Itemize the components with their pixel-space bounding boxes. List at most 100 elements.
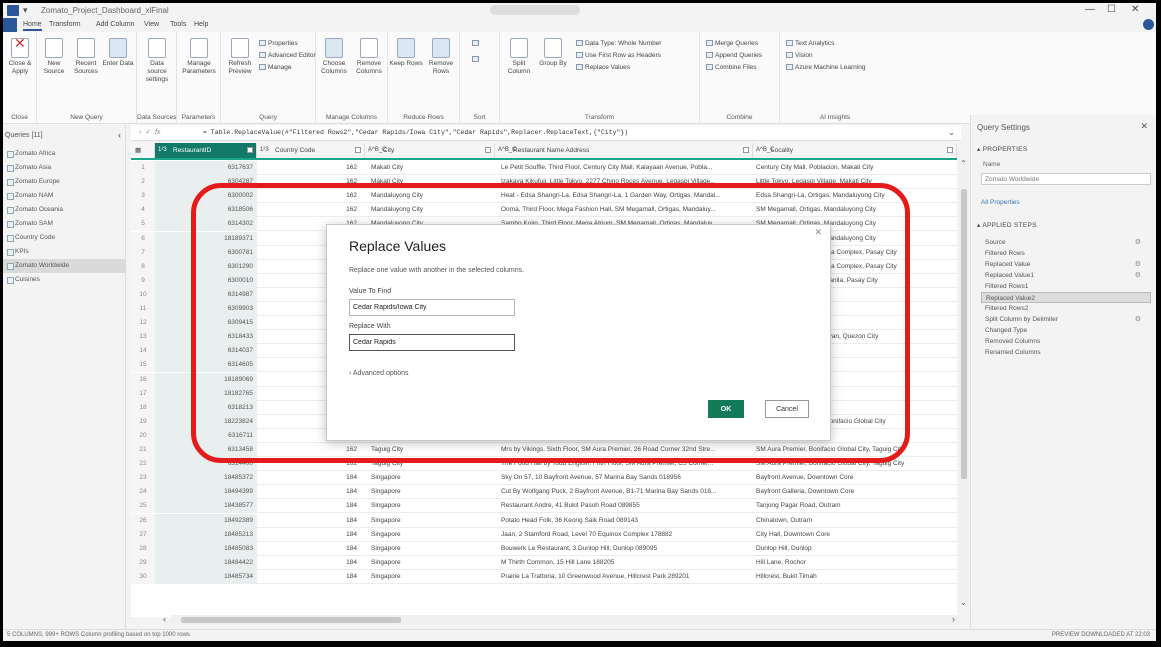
tab-help[interactable]: Help: [194, 21, 208, 28]
table-row[interactable]: 27 18485213 184 Singapore Jaan, 2 Stamford R…: [131, 527, 957, 542]
split-column-button[interactable]: Split Column: [502, 38, 536, 76]
row-number[interactable]: 18: [131, 400, 155, 415]
cell-restaurant-address[interactable]: Le Petit Souffle, Third Floor, Century C…: [501, 161, 751, 175]
table-row[interactable]: 26 18492389 184 Singapore Potato Head Folk, …: [131, 513, 957, 528]
cell-country-code[interactable]: 184: [271, 485, 361, 499]
scroll-thumb[interactable]: [181, 617, 401, 623]
vertical-scrollbar[interactable]: ⌃ ⌄: [959, 159, 969, 607]
cell-restaurant-id[interactable]: 18484422: [155, 555, 257, 570]
cell-restaurant-id[interactable]: 18485734: [155, 569, 257, 584]
applied-step[interactable]: Filtered Rows2: [981, 303, 1151, 314]
formula-text[interactable]: = Table.ReplaceValue(#"Filtered Rows2","…: [203, 129, 628, 136]
scroll-right-icon[interactable]: ›: [952, 614, 955, 624]
row-number[interactable]: 12: [131, 316, 155, 331]
formula-controls[interactable]: › ✓ fx: [139, 128, 160, 136]
expand-formula-icon[interactable]: ⌄: [948, 128, 955, 137]
close-apply-button[interactable]: Close & Apply: [3, 38, 37, 76]
filter-dropdown-icon[interactable]: [485, 147, 491, 153]
user-avatar[interactable]: [1143, 19, 1154, 30]
scroll-left-icon[interactable]: ‹: [163, 614, 166, 624]
query-item-selected[interactable]: Zomato Worldwide: [3, 259, 126, 273]
group-by-button[interactable]: Group By: [536, 38, 570, 68]
table-row[interactable]: 29 18484422 184 Singapore M Thirth Common, 1…: [131, 555, 957, 570]
use-first-row-headers-button[interactable]: Use First Row as Headers: [576, 52, 661, 59]
row-number[interactable]: 11: [131, 302, 155, 316]
row-number[interactable]: 14: [131, 344, 155, 359]
cell-restaurant-id[interactable]: 6317637: [155, 161, 257, 175]
query-name-input[interactable]: Zomato Worldwide: [981, 173, 1151, 185]
remove-columns-button[interactable]: Remove Columns: [352, 38, 386, 76]
recent-sources-button[interactable]: Recent Sources: [69, 38, 103, 76]
query-item[interactable]: Zomato Europe: [3, 175, 126, 189]
table-row[interactable]: 23 18485372 184 Singapore Sky On 57, 10 Bayf…: [131, 471, 957, 486]
tab-tools[interactable]: Tools: [170, 21, 186, 28]
cell-locality[interactable]: Tanjong Pagar Road, Outram: [756, 499, 946, 513]
query-item[interactable]: Zomato SAM: [3, 217, 126, 231]
tab-view[interactable]: View: [144, 21, 159, 28]
cell-restaurant-address[interactable]: Potato Head Folk, 36 Keong Saik Road 089…: [501, 514, 751, 528]
cell-locality[interactable]: Hillcrest, Bukit Timah: [756, 570, 946, 584]
close-window-button[interactable]: ✕: [1131, 4, 1139, 15]
row-number[interactable]: 4: [131, 203, 155, 218]
cell-city[interactable]: Singapore: [371, 570, 491, 584]
cell-city[interactable]: Singapore: [371, 556, 491, 570]
row-number[interactable]: 6: [131, 231, 155, 246]
applied-step[interactable]: Filtered Rows1: [981, 281, 1151, 292]
gear-icon[interactable]: ⚙: [1135, 314, 1141, 325]
query-item[interactable]: Cuisines: [3, 273, 126, 287]
cell-restaurant-id[interactable]: 18485213: [155, 527, 257, 542]
cell-country-code[interactable]: 184: [271, 542, 361, 556]
row-number[interactable]: 19: [131, 414, 155, 429]
applied-step-selected[interactable]: Replaced Value2: [981, 292, 1151, 303]
cell-restaurant-id[interactable]: 18494399: [155, 485, 257, 500]
refresh-preview-button[interactable]: Refresh Preview: [223, 38, 257, 76]
cell-city[interactable]: Singapore: [371, 471, 491, 485]
remove-rows-button[interactable]: Remove Rows: [424, 38, 458, 76]
close-settings-icon[interactable]: ✕: [1140, 121, 1148, 132]
row-number[interactable]: 25: [131, 499, 155, 514]
data-source-settings-button[interactable]: Data source settings: [140, 38, 174, 84]
cell-restaurant-id[interactable]: 18485083: [155, 541, 257, 556]
row-number[interactable]: 8: [131, 259, 155, 274]
applied-step[interactable]: Changed Type: [981, 325, 1151, 336]
column-header-locality[interactable]: A^B_C Locality: [753, 143, 957, 158]
applied-step[interactable]: Filtered Rows: [981, 248, 1151, 259]
advanced-editor-button[interactable]: Advanced Editor: [259, 52, 316, 59]
filter-dropdown-icon[interactable]: [355, 147, 361, 153]
row-number[interactable]: 3: [131, 189, 155, 204]
manage-button[interactable]: Manage: [259, 64, 292, 71]
text-analytics-button[interactable]: Text Analytics: [786, 40, 834, 47]
enter-data-button[interactable]: Enter Data: [101, 38, 135, 68]
applied-step[interactable]: Renamed Columns: [981, 347, 1151, 358]
cell-country-code[interactable]: 184: [271, 556, 361, 570]
row-number[interactable]: 21: [131, 443, 155, 457]
tab-transform[interactable]: Transform: [49, 21, 81, 28]
filter-dropdown-icon[interactable]: [247, 147, 253, 153]
sort-descending-button[interactable]: [472, 56, 481, 63]
column-header-country-code[interactable]: 1²3 Country Code: [257, 143, 365, 158]
cell-restaurant-address[interactable]: Jaan, 2 Stamford Road, Level 70 Equinox …: [501, 528, 751, 542]
applied-steps-section[interactable]: ▴ APPLIED STEPS: [977, 221, 1037, 229]
row-number[interactable]: 5: [131, 217, 155, 232]
cell-country-code[interactable]: 184: [271, 471, 361, 485]
table-row[interactable]: 28 18485083 184 Singapore Bouwerk Le Restaur…: [131, 541, 957, 556]
filter-dropdown-icon[interactable]: [947, 147, 953, 153]
gear-icon[interactable]: ⚙: [1135, 259, 1141, 270]
cell-restaurant-address[interactable]: Sky On 57, 10 Bayfront Avenue, 57 Marina…: [501, 471, 751, 485]
data-type-dropdown[interactable]: Data Type: Whole Number: [576, 40, 661, 47]
query-item[interactable]: Zomato Oceania: [3, 203, 126, 217]
row-number[interactable]: 27: [131, 527, 155, 542]
table-row[interactable]: 30 18485734 184 Singapore Prairie La Trattor…: [131, 569, 957, 584]
horizontal-scrollbar[interactable]: ‹ ›: [163, 614, 959, 625]
row-number[interactable]: 1: [131, 161, 155, 175]
merge-queries-button[interactable]: Merge Queries: [706, 40, 758, 47]
cell-restaurant-address[interactable]: Bouwerk Le Restaurant, 3 Dunlop Hill, Du…: [501, 542, 751, 556]
column-header-city[interactable]: A^B_C City: [365, 143, 495, 158]
row-number[interactable]: 17: [131, 386, 155, 401]
cell-restaurant-id[interactable]: 18438577: [155, 499, 257, 514]
cell-city[interactable]: Singapore: [371, 514, 491, 528]
formula-bar[interactable]: › ✓ fx = Table.ReplaceValue(#"Filtered R…: [131, 125, 961, 141]
row-number[interactable]: 2: [131, 175, 155, 190]
cell-restaurant-address[interactable]: Prairie La Trattoria, 10 Greenwood Avenu…: [501, 570, 751, 584]
tab-add-column[interactable]: Add Column: [96, 21, 135, 28]
